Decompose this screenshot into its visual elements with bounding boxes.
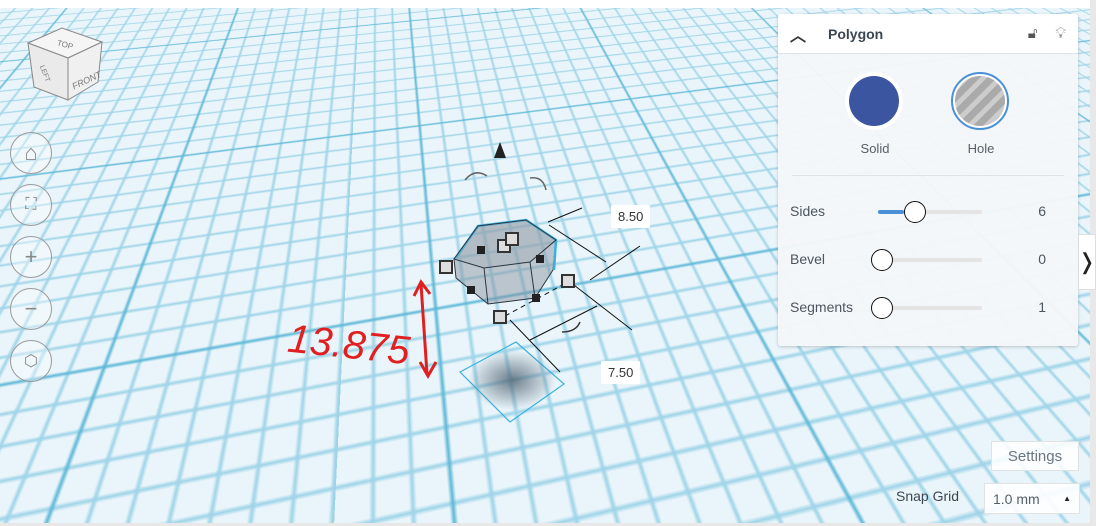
resize-handle[interactable] (561, 274, 575, 288)
bevel-label: Bevel (790, 251, 826, 267)
snap-grid-select[interactable]: 1.0 mm ▲ (984, 483, 1080, 514)
corner-handle[interactable] (532, 294, 540, 302)
shadow (468, 350, 556, 410)
resize-handle[interactable] (439, 260, 453, 274)
hole-button[interactable] (951, 72, 1009, 130)
handwritten-annotation: 13.875 (286, 317, 413, 374)
segments-value[interactable]: 1 (1038, 299, 1046, 315)
lift-cone-handle[interactable] (494, 142, 506, 158)
caret-up-icon: ▲ (1063, 494, 1071, 503)
chevron-up-icon[interactable]: ︿ (790, 22, 806, 46)
segments-slider-track[interactable] (878, 306, 982, 310)
lightbulb-icon[interactable]: 💡︎ (1055, 25, 1066, 42)
sides-label: Sides (790, 203, 826, 219)
height-handle[interactable] (505, 232, 519, 246)
solid-button[interactable] (845, 72, 903, 130)
length-dimension[interactable]: 8.50 (611, 205, 651, 228)
sides-slider-fill (878, 210, 904, 214)
solid-swatch (849, 76, 899, 126)
solid-label: Solid (860, 141, 890, 156)
lock-icon[interactable]: 🔓︎ (1028, 25, 1038, 42)
segments-slider-row: Segments 1 (790, 296, 1060, 320)
resize-handle[interactable] (493, 310, 507, 324)
red-arrow-annotation (412, 279, 438, 380)
corner-handle[interactable] (536, 255, 544, 263)
snap-grid-label: Snap Grid (896, 488, 960, 504)
snap-grid-value: 1.0 mm (993, 490, 1040, 507)
rotate-arrow-icon[interactable] (529, 177, 547, 191)
bevel-slider-row: Bevel 0 (790, 248, 1060, 272)
collapse-panel-button[interactable]: ❭ (1078, 234, 1096, 290)
sides-slider-row: Sides 6 (790, 200, 1060, 224)
width-dimension[interactable]: 7.50 (601, 361, 641, 384)
bevel-slider-knob[interactable] (871, 249, 893, 271)
panel-title: Polygon (828, 25, 884, 42)
rotate-arrow-icon[interactable] (561, 321, 581, 333)
settings-button[interactable]: Settings (991, 441, 1079, 471)
panel-header: ︿ Polygon 🔓︎ 💡︎ (778, 14, 1078, 54)
sides-slider-knob[interactable] (904, 201, 926, 223)
chevron-right-icon: ❭ (1077, 249, 1096, 274)
rotate-arrow-icon[interactable] (464, 172, 488, 181)
hole-swatch (955, 76, 1005, 126)
corner-handle[interactable] (467, 286, 475, 294)
segments-label: Segments (790, 299, 854, 315)
divider (792, 175, 1064, 176)
sides-value[interactable]: 6 (1038, 203, 1046, 219)
bevel-value[interactable]: 0 (1038, 251, 1046, 267)
segments-slider-knob[interactable] (871, 297, 893, 319)
hole-label: Hole (967, 141, 995, 156)
shape-inspector-panel: ︿ Polygon 🔓︎ 💡︎ Solid Hole Sides 6 Bevel… (778, 14, 1078, 346)
bevel-slider-track[interactable] (878, 258, 982, 262)
corner-handle[interactable] (477, 246, 485, 254)
